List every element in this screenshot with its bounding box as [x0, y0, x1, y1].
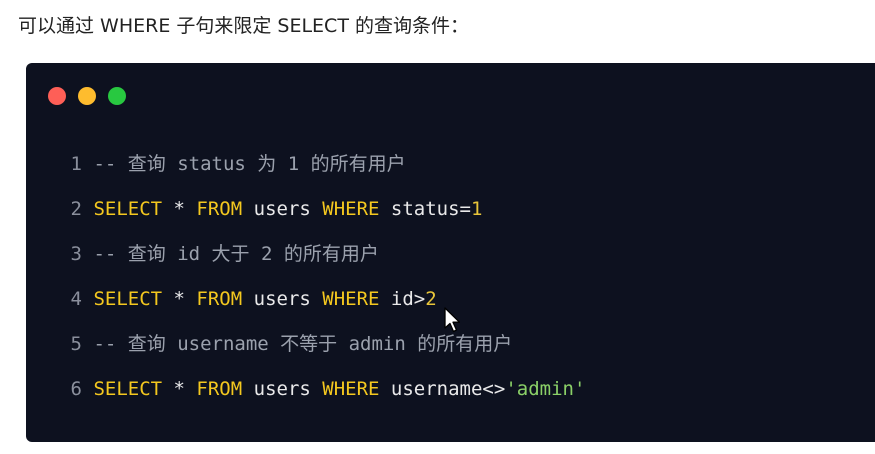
code-line: 1 -- 查询 status 为 1 的所有用户 [26, 146, 875, 191]
line-number: 6 [70, 378, 82, 400]
sql-keyword: SELECT [93, 378, 163, 400]
sql-keyword: SELECT [93, 198, 163, 220]
code-comment: -- 查询 username 不等于 admin 的所有用户 [93, 333, 513, 355]
sql-keyword: FROM [196, 198, 243, 220]
line-number: 2 [70, 198, 82, 220]
line-number: 5 [70, 333, 82, 355]
code-text: * [162, 198, 197, 220]
sql-keyword: SELECT [93, 288, 163, 310]
mouse-pointer-icon [444, 307, 460, 333]
maximize-dot-icon [108, 87, 126, 105]
code-line: 3 -- 查询 id 大于 2 的所有用户 [26, 236, 875, 281]
sql-keyword: FROM [196, 378, 243, 400]
code-line: 2 SELECT * FROM users WHERE status=1 [26, 191, 875, 236]
sql-keyword: WHERE [322, 288, 380, 310]
code-text: users [242, 198, 323, 220]
code-block: 1 -- 查询 status 为 1 的所有用户 2 SELECT * FROM … [26, 63, 875, 442]
number-literal: 1 [470, 198, 483, 220]
code-text: username<> [379, 378, 506, 400]
line-number: 4 [70, 288, 82, 310]
code-text: users [242, 288, 323, 310]
line-number: 1 [70, 153, 82, 175]
code-text: * [162, 288, 197, 310]
sql-keyword: WHERE [322, 378, 380, 400]
close-dot-icon [48, 87, 66, 105]
string-literal: 'admin' [505, 378, 586, 400]
code-lines: 1 -- 查询 status 为 1 的所有用户 2 SELECT * FROM … [26, 146, 875, 416]
code-text: status= [379, 198, 471, 220]
code-text: * [162, 378, 197, 400]
code-text: id> [379, 288, 426, 310]
code-comment: -- 查询 id 大于 2 的所有用户 [93, 243, 379, 265]
minimize-dot-icon [78, 87, 96, 105]
line-number: 3 [70, 243, 82, 265]
code-line: 6 SELECT * FROM users WHERE username<>'a… [26, 371, 875, 416]
intro-paragraph: 可以通过 WHERE 子句来限定 SELECT 的查询条件： [18, 15, 469, 37]
code-comment: -- 查询 status 为 1 的所有用户 [93, 153, 406, 175]
sql-keyword: FROM [196, 288, 243, 310]
sql-keyword: WHERE [322, 198, 380, 220]
code-text: users [242, 378, 323, 400]
number-literal: 2 [425, 288, 437, 310]
